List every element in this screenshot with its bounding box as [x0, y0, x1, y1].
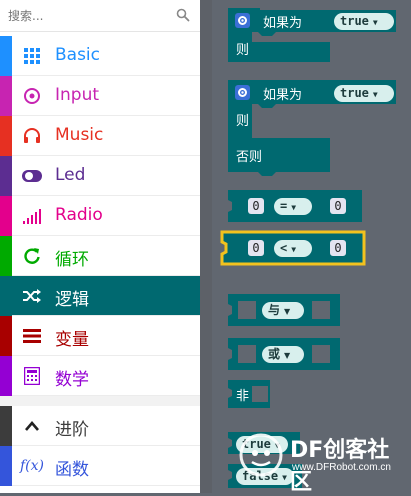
operator-dropdown[interactable]: < ▼	[274, 240, 312, 257]
gear-icon[interactable]	[235, 13, 250, 28]
if-label: 如果为	[263, 88, 303, 103]
watermark: DF创客社区 www.DFRobot.com.cn	[236, 428, 411, 495]
else-label: 否则	[236, 150, 263, 165]
bool-dropdown[interactable]: true ▼	[334, 85, 394, 102]
if-label: 如果为	[263, 16, 303, 31]
dfrobot-logo-icon	[239, 433, 283, 477]
bool-dropdown[interactable]: true ▼	[334, 13, 394, 30]
gear-icon[interactable]	[235, 85, 250, 100]
not-label: 非	[236, 389, 250, 404]
then-label: 则	[236, 114, 250, 129]
operator-dropdown[interactable]: = ▼	[274, 198, 312, 215]
number-input[interactable]: 0	[330, 240, 346, 256]
then-label: 则	[236, 43, 250, 58]
number-input[interactable]: 0	[330, 198, 346, 214]
number-input[interactable]: 0	[248, 198, 264, 214]
and-dropdown[interactable]: 与 ▼	[262, 302, 304, 319]
number-input[interactable]: 0	[248, 240, 264, 256]
or-dropdown[interactable]: 或 ▼	[262, 346, 304, 363]
blocks-canvas	[220, 8, 396, 488]
watermark-url: www.DFRobot.com.cn	[292, 462, 391, 473]
